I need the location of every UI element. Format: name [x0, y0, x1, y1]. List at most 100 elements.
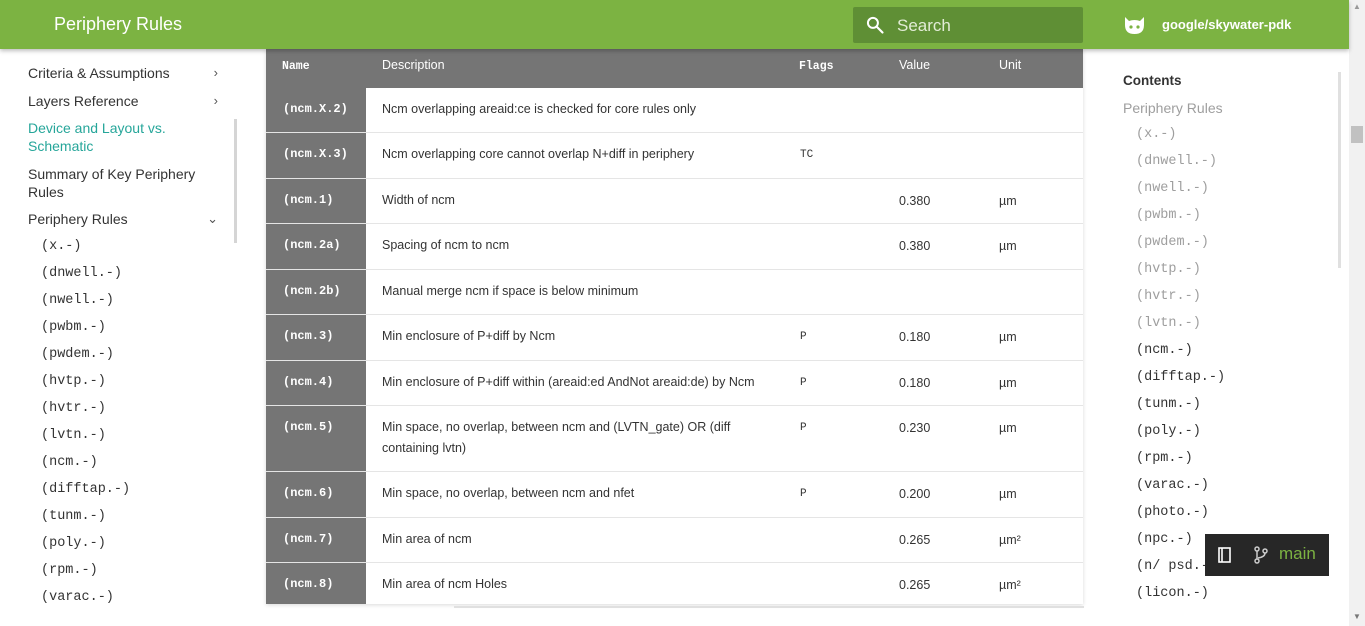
sidebar-subitem[interactable]: (lvtn.-): [41, 428, 106, 443]
scroll-up-arrow-icon[interactable]: ▲: [1353, 2, 1361, 11]
toc-item[interactable]: (ncm.-): [1136, 343, 1193, 358]
sidebar-subitem[interactable]: (hvtr.-): [41, 401, 106, 416]
table-header: Name Description Flags Value Unit: [266, 49, 1083, 88]
rule-name: (ncm.4): [283, 375, 334, 389]
toc-item[interactable]: (hvtp.-): [1136, 262, 1201, 277]
header-value: Value: [899, 58, 931, 72]
rule-unit: µm²: [999, 578, 1021, 592]
toc-item[interactable]: (x.-): [1136, 127, 1177, 142]
search-icon: [866, 16, 884, 34]
table-row: (ncm.X.3) Ncm overlapping core cannot ove…: [266, 133, 1083, 179]
toc-item[interactable]: (rpm.-): [1136, 451, 1193, 466]
page-scrollbar[interactable]: ▲ ▼: [1349, 0, 1365, 626]
rule-description: Ncm overlapping areaid:ce is checked for…: [382, 102, 697, 116]
chevron-right-icon: ›: [213, 65, 218, 80]
rule-description: Min enclosure of P+diff within (areaid:e…: [382, 375, 755, 389]
rule-name: (ncm.3): [283, 329, 334, 343]
sidebar-item-label: Summary of Key Periphery Rules: [28, 166, 196, 200]
rule-name: (ncm.7): [283, 532, 334, 546]
table-row: (ncm.X.2) Ncm overlapping areaid:ce is ch…: [266, 88, 1083, 133]
toc-item[interactable]: (photo.-): [1136, 505, 1209, 520]
page-scrollbar-thumb[interactable]: [1351, 126, 1363, 143]
divider: [454, 606, 1084, 608]
sidebar-scrollbar[interactable]: [234, 119, 237, 243]
sidebar-subitem[interactable]: (pwdem.-): [41, 347, 114, 362]
toc-section-link[interactable]: Periphery Rules: [1123, 100, 1223, 116]
header-unit: Unit: [999, 58, 1022, 72]
sidebar-item-criteria[interactable]: Criteria & Assumptions ›: [28, 64, 218, 82]
sidebar-subitem[interactable]: (poly.-): [41, 536, 106, 551]
sidebar-item-summary[interactable]: Summary of Key Periphery Rules: [28, 165, 218, 201]
rule-value: 0.380: [899, 239, 931, 253]
rules-table: Name Description Flags Value Unit (ncm.X…: [266, 49, 1083, 604]
toc-item[interactable]: (poly.-): [1136, 424, 1201, 439]
sidebar-subitem[interactable]: (dnwell.-): [41, 266, 122, 281]
toc-item[interactable]: (lvtn.-): [1136, 316, 1201, 331]
sidebar-item-layers-reference[interactable]: Layers Reference ›: [28, 92, 218, 110]
site-title[interactable]: Periphery Rules: [54, 14, 182, 35]
sidebar-item-label: Criteria & Assumptions: [28, 65, 170, 81]
chevron-right-icon: ›: [213, 93, 218, 108]
rule-unit: µm: [999, 330, 1017, 344]
sidebar-subitem[interactable]: (pwbm.-): [41, 320, 106, 335]
sidebar-subitem[interactable]: (nwell.-): [41, 293, 114, 308]
sidebar-item-label: Layers Reference: [28, 93, 139, 109]
github-icon: [1125, 17, 1144, 34]
rule-description: Width of ncm: [382, 193, 455, 207]
toc-item[interactable]: (difftap.-): [1136, 370, 1225, 385]
search-input[interactable]: Search: [897, 16, 951, 36]
version-selector[interactable]: main: [1205, 534, 1329, 576]
sidebar-subitem[interactable]: (ncm.-): [41, 455, 98, 470]
rule-description: Manual merge ncm if space is below minim…: [382, 284, 639, 298]
toc-item[interactable]: (pwbm.-): [1136, 208, 1201, 223]
rule-value: 0.230: [899, 421, 931, 435]
sidebar-subitem[interactable]: (hvtp.-): [41, 374, 106, 389]
rule-description: Min area of ncm Holes: [382, 577, 508, 591]
rule-name: (ncm.2a): [283, 238, 341, 252]
toc-item[interactable]: (pwdem.-): [1136, 235, 1209, 250]
rule-unit: µm²: [999, 533, 1021, 547]
sidebar-subitem[interactable]: (varac.-): [41, 590, 114, 604]
rule-name: (ncm.2b): [283, 284, 341, 298]
toc-item[interactable]: (tunm.-): [1136, 397, 1201, 412]
sidebar-item-label: Device and Layout vs. Schematic: [28, 120, 166, 154]
sidebar-subitem[interactable]: (difftap.-): [41, 482, 130, 497]
toc-item[interactable]: (licon.-): [1136, 586, 1209, 601]
rule-flags: P: [800, 331, 807, 343]
book-icon: [1218, 547, 1231, 563]
rule-value: 0.265: [899, 533, 931, 547]
rule-unit: µm: [999, 487, 1017, 501]
rule-unit: µm: [999, 421, 1017, 435]
table-of-contents: Contents Periphery Rules (x.-) (dnwell.-)…: [1100, 49, 1349, 604]
rule-name: (ncm.5): [283, 420, 334, 434]
sidebar-subitem[interactable]: (tunm.-): [41, 509, 106, 524]
toc-item[interactable]: (varac.-): [1136, 478, 1209, 493]
rule-flags: P: [800, 488, 807, 500]
rule-flags: P: [800, 377, 807, 389]
rule-value: 0.200: [899, 487, 931, 501]
top-header: Periphery Rules Search google/skywater-p…: [0, 0, 1349, 49]
sidebar-subitem[interactable]: (x.-): [41, 239, 82, 254]
rule-description: Min space, no overlap, between ncm and n…: [382, 486, 635, 500]
table-row: (ncm.1) Width of ncm 0.380 µm: [266, 179, 1083, 224]
toc-item[interactable]: (npc.-): [1136, 532, 1193, 547]
scroll-down-arrow-icon[interactable]: ▼: [1353, 612, 1361, 621]
table-row: (ncm.3) Min enclosure of P+diff by Ncm P 0.…: [266, 315, 1083, 361]
rule-description: Min enclosure of P+diff by Ncm: [382, 329, 556, 343]
toc-item[interactable]: (dnwell.-): [1136, 154, 1217, 169]
search-box[interactable]: Search: [853, 7, 1083, 43]
rule-value: 0.180: [899, 330, 931, 344]
toc-item[interactable]: (hvtr.-): [1136, 289, 1201, 304]
rule-unit: µm: [999, 376, 1017, 390]
repo-name: google/skywater-pdk: [1162, 17, 1292, 32]
rule-value: 0.265: [899, 578, 931, 592]
sidebar-item-periphery-rules[interactable]: Periphery Rules ⌄: [28, 210, 218, 228]
rule-name: (ncm.6): [283, 486, 334, 500]
toc-item[interactable]: (nwell.-): [1136, 181, 1209, 196]
sidebar-item-device-lvs[interactable]: Device and Layout vs. Schematic: [28, 119, 218, 155]
rule-name: (ncm.8): [283, 577, 334, 591]
table-row: (ncm.2a) Spacing of ncm to ncm 0.380 µm: [266, 224, 1083, 270]
rule-unit: µm: [999, 239, 1017, 253]
toc-scrollbar[interactable]: [1338, 72, 1341, 268]
sidebar-subitem[interactable]: (rpm.-): [41, 563, 98, 578]
